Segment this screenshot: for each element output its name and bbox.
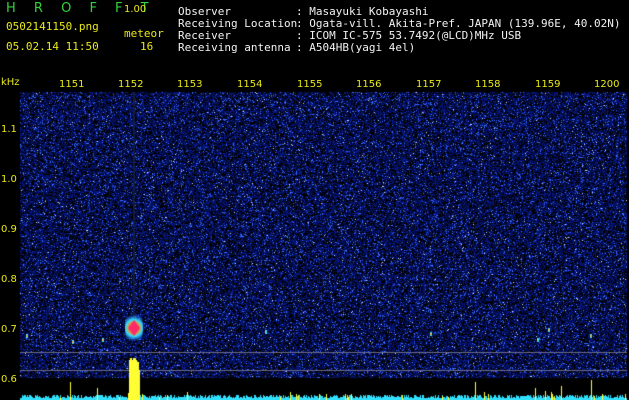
time-tick: 1200 bbox=[594, 79, 620, 90]
capture-datetime: 05.02.14 11:50 bbox=[6, 40, 99, 53]
time-tick: 1153 bbox=[177, 79, 203, 90]
freq-tick: 0.6 bbox=[1, 374, 17, 385]
antenna-value: : A504HB(yagi 4el) bbox=[296, 41, 416, 54]
time-tick: 1151 bbox=[59, 79, 85, 90]
app-version: 1.00 bbox=[124, 4, 147, 15]
freq-unit-label: kHz bbox=[1, 77, 20, 88]
header-panel: H R O F F T 1.00 0502141150.png meteor 0… bbox=[0, 0, 629, 76]
time-tick: 1155 bbox=[297, 79, 323, 90]
spectrogram-panel: kHz 1151 1152 1153 1154 1155 1156 1157 1… bbox=[0, 76, 629, 400]
time-tick: 1159 bbox=[535, 79, 561, 90]
freq-tick: 0.8 bbox=[1, 274, 17, 285]
freq-tick: 1.0 bbox=[1, 174, 17, 185]
file-name: 0502141150.png bbox=[6, 20, 99, 33]
freq-tick: 0.7 bbox=[1, 324, 17, 335]
time-tick: 1156 bbox=[356, 79, 382, 90]
freq-tick: 0.9 bbox=[1, 224, 17, 235]
meteor-count: 16 bbox=[140, 40, 154, 53]
freq-tick: 1.1 bbox=[1, 124, 17, 135]
meteor-label: meteor bbox=[124, 27, 164, 40]
time-tick: 1152 bbox=[118, 79, 144, 90]
time-tick: 1154 bbox=[237, 79, 263, 90]
time-tick: 1157 bbox=[416, 79, 442, 90]
antenna-label: Receiving antenna bbox=[178, 41, 291, 54]
spectrogram-canvas bbox=[0, 76, 629, 400]
time-tick: 1158 bbox=[475, 79, 501, 90]
